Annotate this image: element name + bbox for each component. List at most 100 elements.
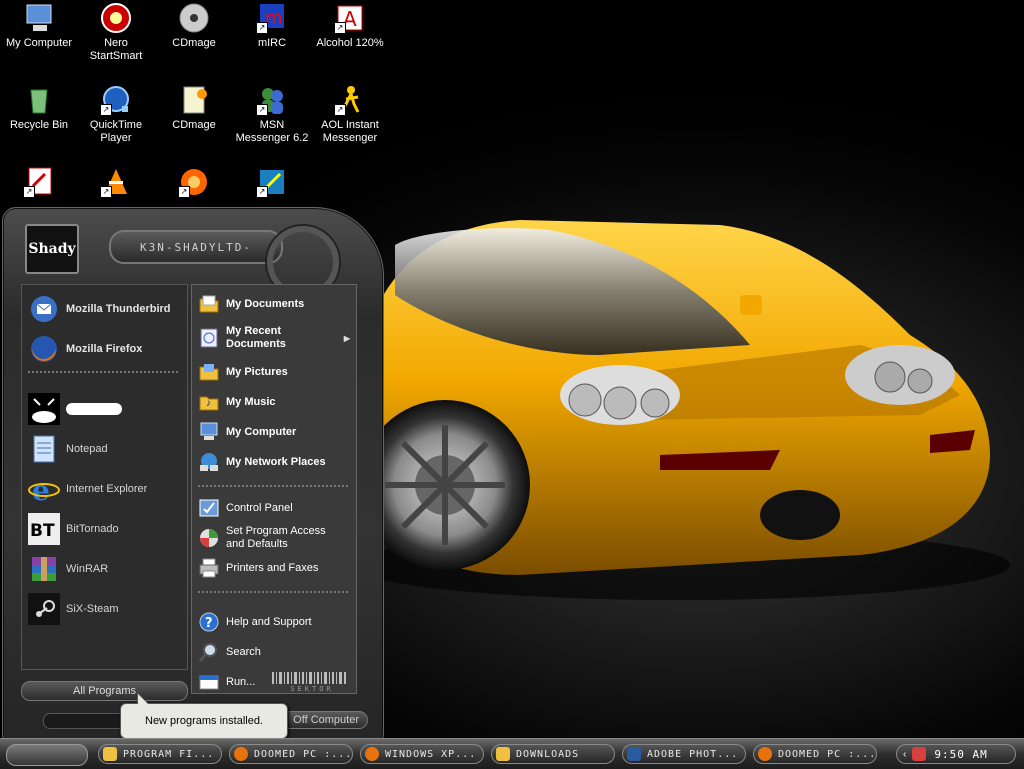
masked-user-icon [28,393,60,425]
place-my-computer[interactable]: My Computer [198,421,350,443]
recent-documents-icon [198,327,220,349]
help-and-support[interactable]: ? Help and Support [198,611,350,633]
setting-printers-faxes[interactable]: Printers and Faxes [198,557,350,579]
printer-icon [198,557,220,579]
desktop-icon-recycle-bin[interactable]: Recycle Bin [0,84,78,132]
program-access-icon [198,527,220,549]
aim-icon: ↗ [334,84,366,116]
pinned-thunderbird[interactable]: Mozilla Thunderbird [28,291,186,327]
place-my-network-places[interactable]: My Network Places [198,451,350,473]
desktop-icon-vlc[interactable]: ↗ [77,166,155,201]
desktop-icon-orange-app[interactable]: ↗ [155,166,233,201]
desktop-icon-msn[interactable]: ↗ MSN Messenger 6.2 [233,84,311,145]
notification-balloon[interactable]: New programs installed. [120,692,288,739]
search[interactable]: Search [198,641,350,663]
task-button-downloads[interactable]: DOWNLOADS [491,744,615,764]
acrobat-icon: ↗ [23,166,55,198]
start-button[interactable] [6,744,88,766]
all-programs-button[interactable]: All Programs [21,681,188,701]
computer-icon [198,421,220,443]
desktop-icon-mirc[interactable]: m ↗ mIRC [233,2,311,50]
pictures-folder-icon [198,361,220,383]
recent-internet-explorer[interactable]: e Internet Explorer [28,471,186,507]
user-name: K3N-SHADYLTD- [109,230,283,264]
desktop-icon-alcohol[interactable]: A ↗ Alcohol 120% [311,2,389,50]
task-button-doomed-pc-1[interactable]: DOOMED PC :... [229,744,353,764]
firefox-icon [758,747,772,761]
desktop-icon-multi[interactable]: ↗ [233,166,311,201]
place-my-documents[interactable]: My Documents [198,293,350,315]
svg-text:?: ? [205,616,213,631]
documents-folder-icon [198,293,220,315]
search-icon [198,641,220,663]
recent-winrar[interactable]: WinRAR [28,551,186,587]
separator [198,591,348,593]
multi-tool-icon: ↗ [256,166,288,198]
recent-bittornado[interactable]: BT BitTornado [28,511,186,547]
notebook-icon [178,84,210,116]
clock[interactable]: 9:50 AM [934,748,987,761]
firefox-icon [234,747,248,761]
thunderbird-icon [28,293,60,325]
desktop-icon-my-computer[interactable]: My Computer [0,2,78,50]
msn-messenger-icon: ↗ [256,84,288,116]
cd-icon [178,2,210,34]
desktop-icon-quicktime[interactable]: ↗ QuickTime Player [77,84,155,145]
svg-text:e: e [32,474,50,505]
pinned-firefox[interactable]: Mozilla Firefox [28,331,186,367]
task-button-photoshop[interactable]: ADOBE PHOT... [622,744,746,764]
start-menu: Shady K3N-SHADYLTD- Mozilla Thunderbird … [2,207,384,744]
ie-icon: e [28,473,60,507]
recent-masked-app[interactable] [28,391,186,427]
tray-expand-icon[interactable]: ‹ [903,749,906,760]
place-my-music[interactable]: ♪ My Music [198,391,350,413]
orange-app-icon: ↗ [178,166,210,198]
firefox-icon [365,747,379,761]
redacted-label [66,403,122,415]
bittornado-icon: BT [28,513,60,545]
desktop-icon-nero[interactable]: Nero StartSmart [77,2,155,63]
turn-off-computer-button[interactable]: Off Computer [278,711,368,729]
firefox-icon [28,333,60,365]
steam-icon [28,593,60,625]
programs-pane: Mozilla Thunderbird Mozilla Firefox Note… [21,284,188,670]
separator [198,485,348,487]
desktop-icon-cdmage-2[interactable]: CDmage [155,84,233,132]
photoshop-icon [627,747,641,761]
nero-icon [100,2,132,34]
separator [28,371,178,373]
winrar-icon [28,553,60,585]
folder-icon [103,747,117,761]
tray-app-icon[interactable] [912,747,927,761]
help-icon: ? [198,611,220,633]
submenu-arrow-icon: ▶ [343,333,350,343]
svg-text:♪: ♪ [206,398,211,409]
mirc-icon: m ↗ [256,2,288,34]
desktop-icon-cdmage[interactable]: CDmage [155,2,233,50]
control-panel-icon [198,497,220,519]
network-icon [198,451,220,473]
recent-steam[interactable]: SiX-Steam [28,591,186,627]
folder-icon [496,747,510,761]
task-button-program-files[interactable]: PROGRAM FI... [98,744,222,764]
taskbar: PROGRAM FI... DOOMED PC :... WINDOWS XP.… [0,738,1024,769]
user-avatar[interactable]: Shady [25,224,79,274]
music-folder-icon: ♪ [198,391,220,413]
vlc-icon: ↗ [100,166,132,198]
place-my-pictures[interactable]: My Pictures [198,361,350,383]
desktop-icon-acrobat[interactable]: ↗ [0,166,78,201]
barcode-decoration: SEKTOR [272,672,352,699]
alcohol-icon: A ↗ [334,2,366,34]
task-button-doomed-pc-2[interactable]: DOOMED PC :... [753,744,877,764]
notepad-icon [28,433,60,465]
start-menu-header: Shady K3N-SHADYLTD- [13,216,343,298]
place-my-recent-documents[interactable]: My Recent Documents ▶ [198,323,350,353]
task-button-windows-xp[interactable]: WINDOWS XP... [360,744,484,764]
svg-text:BT: BT [30,521,55,541]
setting-control-panel[interactable]: Control Panel [198,497,350,519]
recent-notepad[interactable]: Notepad [28,431,186,467]
setting-program-access[interactable]: Set Program Access and Defaults [198,523,350,553]
desktop-icon-aim[interactable]: ↗ AOL Instant Messenger [311,84,389,145]
places-pane: My Documents My Recent Documents ▶ My Pi… [191,284,357,694]
wallpaper-car [350,220,1010,600]
